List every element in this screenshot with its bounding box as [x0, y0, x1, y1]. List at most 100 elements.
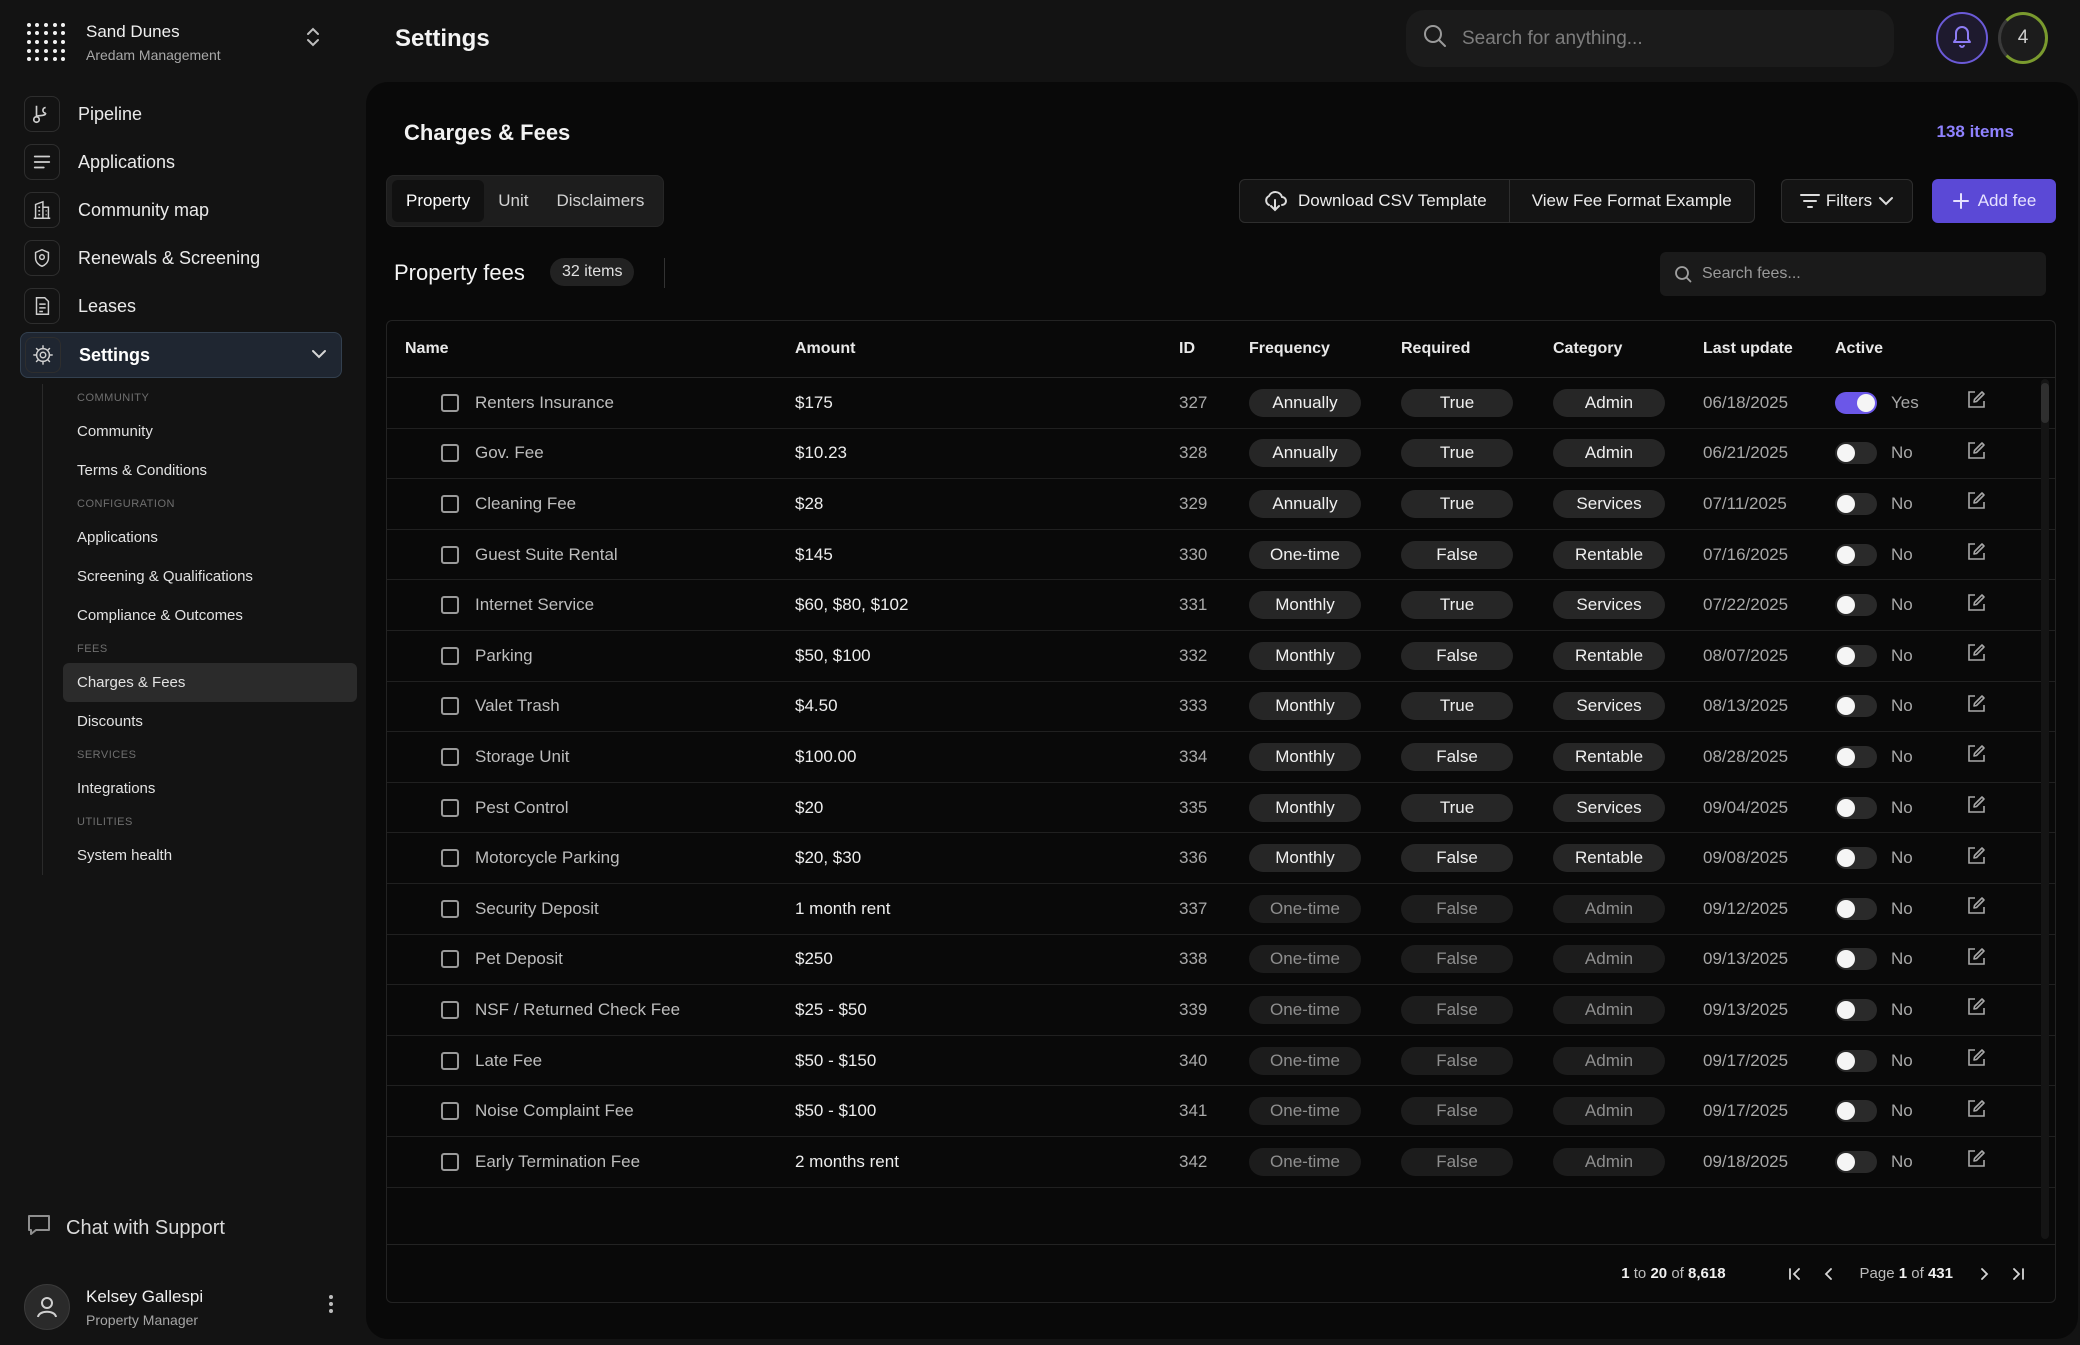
row-checkbox[interactable]: [441, 1051, 459, 1070]
fee-search-input[interactable]: [1702, 265, 2032, 283]
notifications-button[interactable]: [1936, 12, 1988, 64]
nav-item-leases[interactable]: Leases: [20, 282, 342, 330]
row-checkbox[interactable]: [441, 798, 459, 817]
table-row[interactable]: Motorcycle Parking $20, $30 336 Monthly Fals…: [387, 833, 2055, 884]
table-row[interactable]: Gov. Fee $10.23 328 Annually True Admin 06/21/…: [387, 429, 2055, 480]
active-toggle[interactable]: [1835, 1049, 1877, 1072]
active-toggle[interactable]: [1835, 391, 1877, 414]
active-toggle[interactable]: [1835, 644, 1877, 667]
nav-item-applications[interactable]: Applications: [20, 138, 342, 186]
progress-counter-badge[interactable]: 4: [1998, 12, 2048, 64]
active-toggle[interactable]: [1835, 796, 1877, 819]
table-row[interactable]: Security Deposit 1 month rent 337 One-time F…: [387, 884, 2055, 935]
filters-button[interactable]: Filters: [1781, 179, 1913, 223]
table-row[interactable]: Storage Unit $100.00 334 Monthly False Rentab…: [387, 732, 2055, 783]
table-row[interactable]: Pet Deposit $250 338 One-time False Admin 09/1…: [387, 935, 2055, 986]
table-row[interactable]: NSF / Returned Check Fee $25 - $50 339 One-…: [387, 985, 2055, 1036]
brand-switcher[interactable]: Sand Dunes Aredam Management: [26, 17, 336, 67]
table-scrollbar[interactable]: [2041, 379, 2049, 1239]
prev-page-icon[interactable]: [1816, 1261, 1842, 1287]
view-format-button[interactable]: View Fee Format Example: [1508, 180, 1754, 222]
active-toggle[interactable]: [1835, 948, 1877, 971]
nav-item-settings[interactable]: Settings: [20, 332, 342, 378]
column-header-category[interactable]: Category: [1545, 340, 1697, 358]
row-checkbox[interactable]: [441, 697, 459, 716]
chevron-up-down-icon[interactable]: [304, 25, 322, 54]
edit-icon[interactable]: [1965, 743, 2005, 770]
row-checkbox[interactable]: [441, 494, 459, 513]
row-checkbox[interactable]: [441, 393, 459, 412]
edit-icon[interactable]: [1965, 845, 2005, 872]
subnav-item-charges-fees[interactable]: Charges & Fees: [63, 663, 357, 702]
tab-disclaimers[interactable]: Disclaimers: [542, 180, 658, 222]
subnav-item-system-health[interactable]: System health: [43, 836, 356, 875]
edit-icon[interactable]: [1965, 1148, 2005, 1175]
column-header-frequency[interactable]: Frequency: [1241, 340, 1393, 358]
edit-icon[interactable]: [1965, 1047, 2005, 1074]
table-row[interactable]: Pest Control $20 335 Monthly True Services 09/…: [387, 783, 2055, 834]
add-fee-button[interactable]: Add fee: [1932, 179, 2056, 223]
row-checkbox[interactable]: [441, 545, 459, 564]
column-header-name[interactable]: Name: [387, 340, 781, 358]
subnav-item-applications[interactable]: Applications: [43, 518, 356, 557]
subnav-item-terms-conditions[interactable]: Terms & Conditions: [43, 451, 356, 490]
table-row[interactable]: Early Termination Fee 2 months rent 342 One…: [387, 1137, 2055, 1188]
row-checkbox[interactable]: [441, 646, 459, 665]
tab-unit[interactable]: Unit: [484, 180, 542, 222]
column-header-id[interactable]: ID: [1171, 340, 1241, 358]
fee-search[interactable]: [1660, 252, 2046, 296]
table-row[interactable]: Guest Suite Rental $145 330 One-time False Re…: [387, 530, 2055, 581]
next-page-icon[interactable]: [1971, 1261, 1997, 1287]
nav-item-pipeline[interactable]: Pipeline: [20, 90, 342, 138]
active-toggle[interactable]: [1835, 1100, 1877, 1123]
active-toggle[interactable]: [1835, 998, 1877, 1021]
user-profile[interactable]: Kelsey Gallespi Property Manager: [24, 1282, 334, 1332]
table-row[interactable]: Valet Trash $4.50 333 Monthly True Services 08…: [387, 682, 2055, 733]
first-page-icon[interactable]: [1782, 1261, 1808, 1287]
row-checkbox[interactable]: [441, 1102, 459, 1121]
subnav-item-compliance-outcomes[interactable]: Compliance & Outcomes: [43, 596, 356, 635]
row-checkbox[interactable]: [441, 899, 459, 918]
global-search-input[interactable]: [1462, 27, 1862, 50]
subnav-item-integrations[interactable]: Integrations: [43, 769, 356, 808]
more-vertical-icon[interactable]: [328, 1293, 334, 1321]
row-checkbox[interactable]: [441, 1152, 459, 1171]
row-checkbox[interactable]: [441, 444, 459, 463]
subnav-item-discounts[interactable]: Discounts: [43, 702, 356, 741]
column-header-last-update[interactable]: Last update: [1697, 340, 1829, 358]
chat-support-button[interactable]: Chat with Support: [26, 1212, 225, 1244]
edit-icon[interactable]: [1965, 541, 2005, 568]
edit-icon[interactable]: [1965, 389, 2005, 416]
row-checkbox[interactable]: [441, 849, 459, 868]
tab-property[interactable]: Property: [392, 180, 485, 222]
edit-icon[interactable]: [1965, 440, 2005, 467]
edit-icon[interactable]: [1965, 1098, 2005, 1125]
edit-icon[interactable]: [1965, 895, 2005, 922]
column-header-amount[interactable]: Amount: [781, 340, 1171, 358]
nav-item-community-map[interactable]: Community map: [20, 186, 342, 234]
edit-icon[interactable]: [1965, 693, 2005, 720]
last-page-icon[interactable]: [2005, 1261, 2031, 1287]
active-toggle[interactable]: [1835, 492, 1877, 515]
nav-item-renewals-screening[interactable]: Renewals & Screening: [20, 234, 342, 282]
global-search[interactable]: [1406, 10, 1894, 67]
row-checkbox[interactable]: [441, 747, 459, 766]
edit-icon[interactable]: [1965, 996, 2005, 1023]
active-toggle[interactable]: [1835, 442, 1877, 465]
table-row[interactable]: Parking $50, $100 332 Monthly False Rentable 0…: [387, 631, 2055, 682]
row-checkbox[interactable]: [441, 950, 459, 969]
active-toggle[interactable]: [1835, 847, 1877, 870]
table-row[interactable]: Noise Complaint Fee $50 - $100 341 One-time…: [387, 1086, 2055, 1137]
column-header-required[interactable]: Required: [1393, 340, 1545, 358]
edit-icon[interactable]: [1965, 946, 2005, 973]
active-toggle[interactable]: [1835, 897, 1877, 920]
table-row[interactable]: Cleaning Fee $28 329 Annually True Services 07…: [387, 479, 2055, 530]
subnav-item-community[interactable]: Community: [43, 412, 356, 451]
edit-icon[interactable]: [1965, 794, 2005, 821]
table-row[interactable]: Internet Service $60, $80, $102 331 Monthly…: [387, 580, 2055, 631]
download-csv-button[interactable]: Download CSV Template: [1240, 180, 1509, 222]
active-toggle[interactable]: [1835, 543, 1877, 566]
table-row[interactable]: Renters Insurance $175 327 Annually True Admi…: [387, 378, 2055, 429]
active-toggle[interactable]: [1835, 745, 1877, 768]
active-toggle[interactable]: [1835, 1150, 1877, 1173]
